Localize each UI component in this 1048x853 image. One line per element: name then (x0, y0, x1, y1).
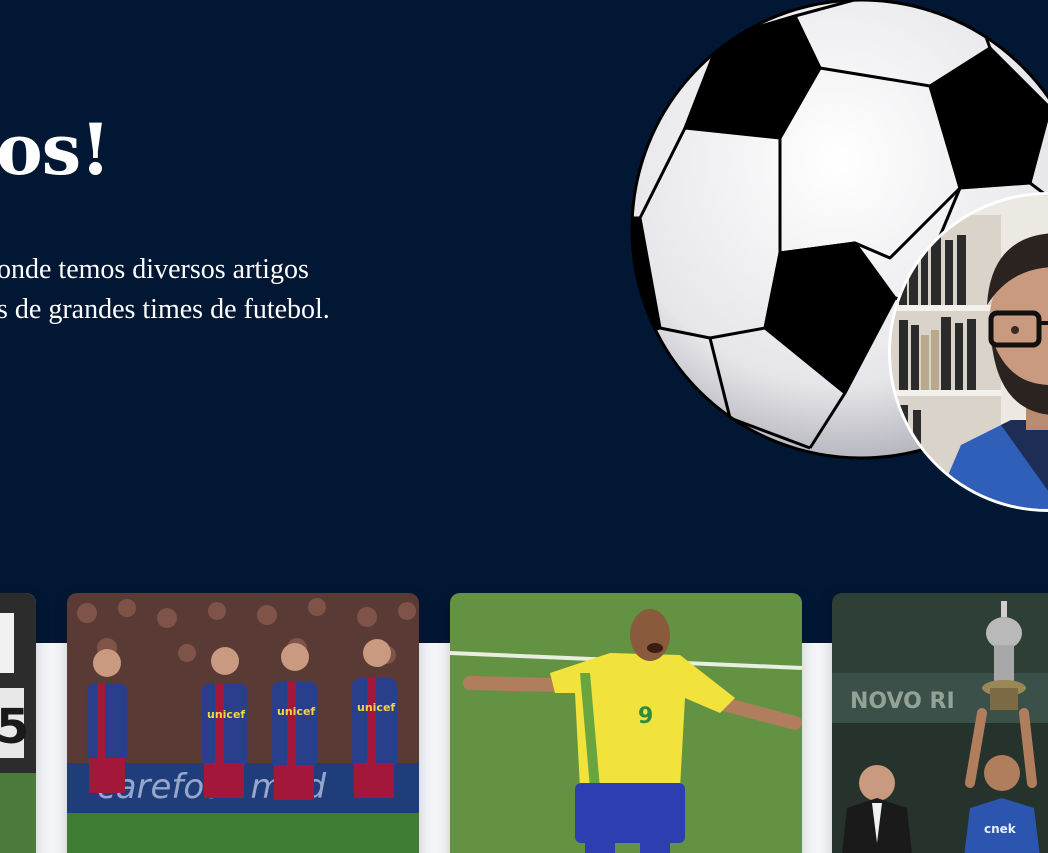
article-card-cruzeiro[interactable]: NOVO RI cnek (832, 593, 1048, 853)
hero-description-line-1: onde temos diversos artigos (0, 254, 309, 285)
svg-text:unicef: unicef (357, 701, 395, 714)
barcelona-players-celebrating: carefour mad (67, 593, 419, 853)
article-card-partial[interactable]: 5 (0, 593, 36, 853)
hero-description: onde temos diversos artigos s de grandes… (0, 250, 417, 330)
svg-text:cnek: cnek (984, 822, 1017, 836)
cruzeiro-trophy-lift: NOVO RI cnek (832, 593, 1048, 853)
svg-text:9: 9 (638, 704, 653, 729)
hero-section: os! onde temos diversos artigos s de gra… (0, 0, 1048, 643)
hero-title: os! (0, 108, 111, 191)
partial-card-image: 5 (0, 593, 36, 853)
svg-text:unicef: unicef (207, 708, 245, 721)
article-card-ronaldo[interactable]: 9 (450, 593, 802, 853)
svg-text:unicef: unicef (277, 705, 315, 718)
article-cards: 5 carefour mad (0, 593, 1048, 853)
article-card-barcelona[interactable]: carefour mad (67, 593, 419, 853)
svg-text:NOVO RI: NOVO RI (850, 689, 955, 714)
ronaldo-brazil-celebrating: 9 (450, 593, 802, 853)
page: os! onde temos diversos artigos s de gra… (0, 0, 1048, 853)
svg-text:5: 5 (0, 699, 29, 755)
hero-description-line-2: s de grandes times de futebol. (0, 294, 330, 325)
